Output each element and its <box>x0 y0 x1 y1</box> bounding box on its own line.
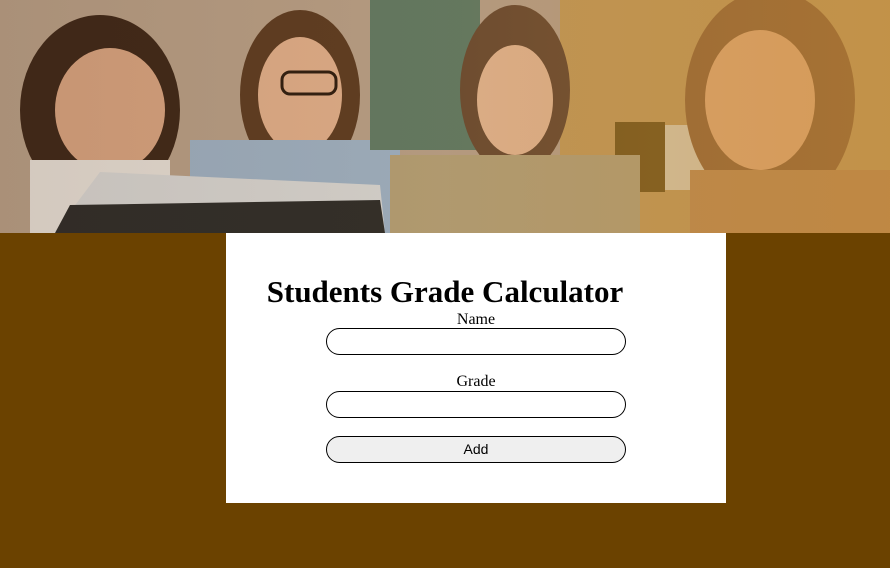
grade-label: Grade <box>456 373 496 390</box>
add-button[interactable]: Add <box>326 436 626 463</box>
name-label: Name <box>456 311 496 328</box>
page-title: Students Grade Calculator <box>266 274 624 309</box>
grade-input[interactable] <box>326 391 626 418</box>
hero-tint <box>0 0 890 233</box>
hero-image <box>0 0 890 233</box>
page: Students Grade Calculator Name Grade Add <box>0 0 890 568</box>
name-input[interactable] <box>326 328 626 355</box>
